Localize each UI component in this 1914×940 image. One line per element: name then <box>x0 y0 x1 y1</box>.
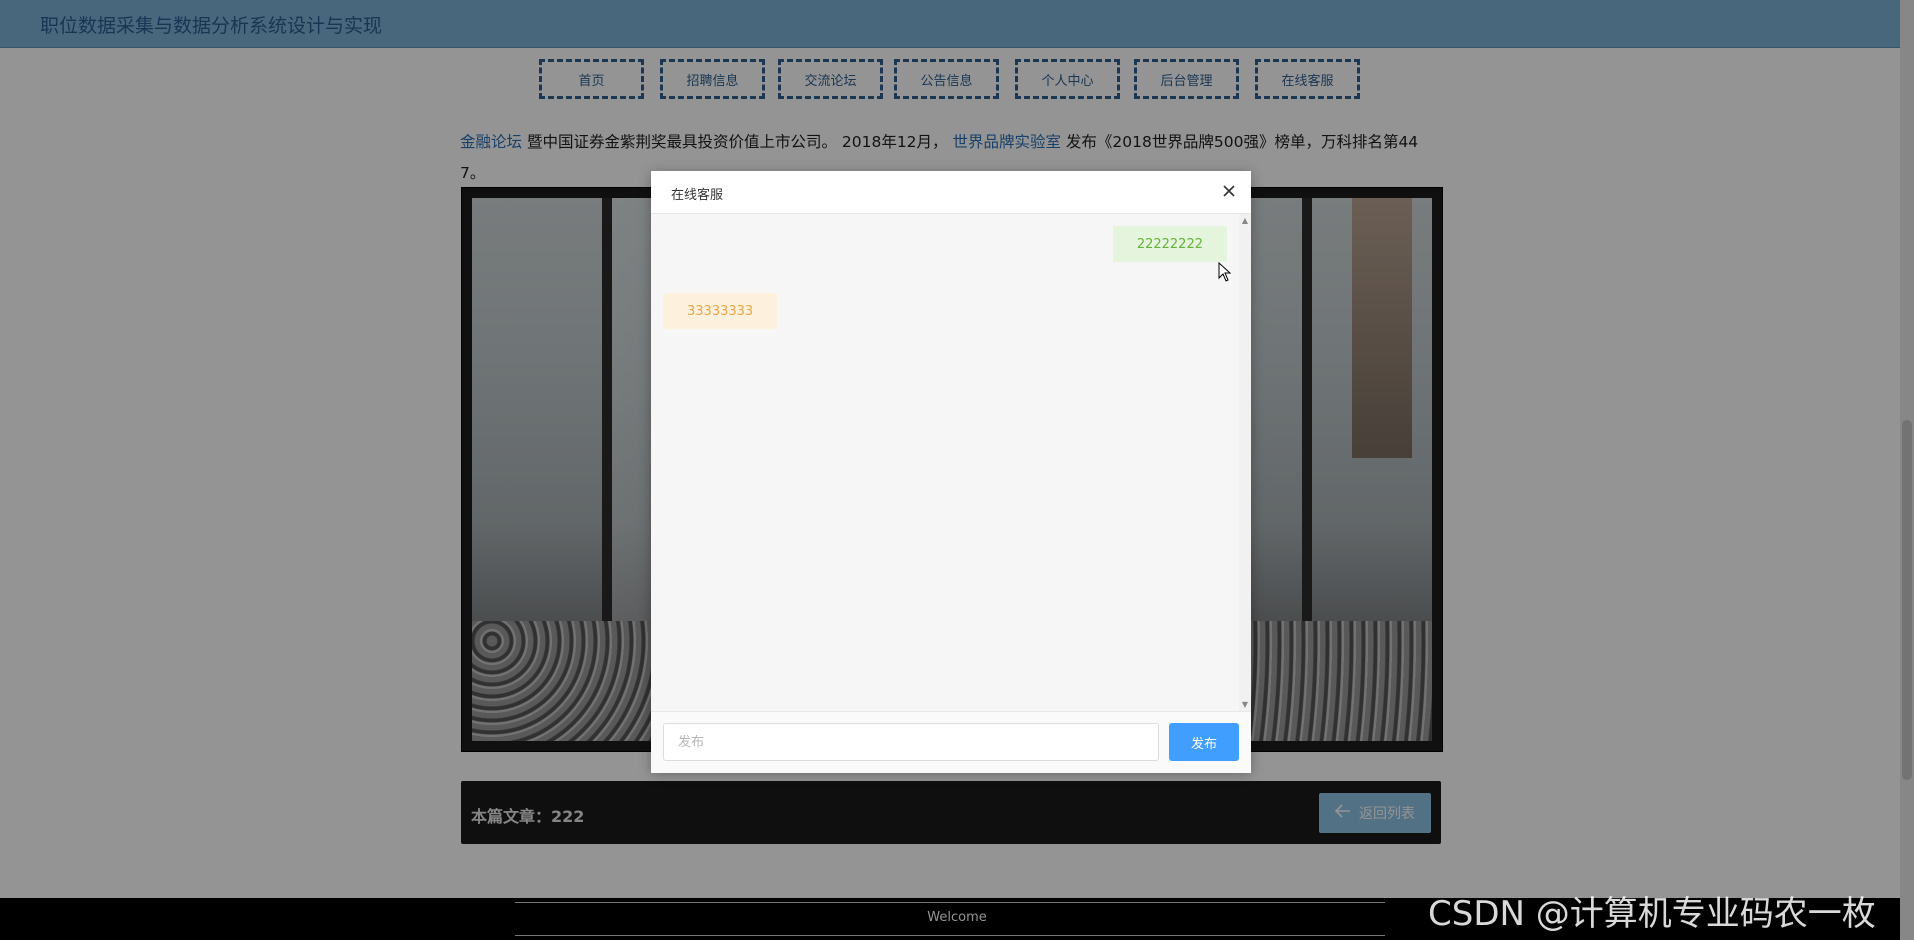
dialog-header: 在线客服 <box>651 171 1251 214</box>
watermark: CSDN @计算机专业码农一枚 <box>1428 894 1876 934</box>
scroll-up-icon[interactable]: ▲ <box>1241 216 1249 225</box>
chat-message-received: 33333333 <box>663 293 778 329</box>
online-service-dialog: 在线客服 22222222 33333333 ▲ ▼ 发布 <box>651 171 1251 773</box>
dialog-title: 在线客服 <box>671 188 724 203</box>
mouse-cursor-icon <box>1218 261 1232 282</box>
chat-message-sent: 22222222 <box>1112 226 1227 262</box>
close-icon[interactable] <box>1219 181 1239 201</box>
chat-scrollbar[interactable]: ▲ ▼ <box>1239 214 1251 711</box>
scroll-down-icon[interactable]: ▼ <box>1241 700 1249 709</box>
message-input[interactable] <box>663 723 1159 761</box>
dialog-footer: 发布 <box>651 711 1251 773</box>
send-button[interactable]: 发布 <box>1169 723 1239 761</box>
chat-messages: 22222222 33333333 <box>651 214 1239 711</box>
